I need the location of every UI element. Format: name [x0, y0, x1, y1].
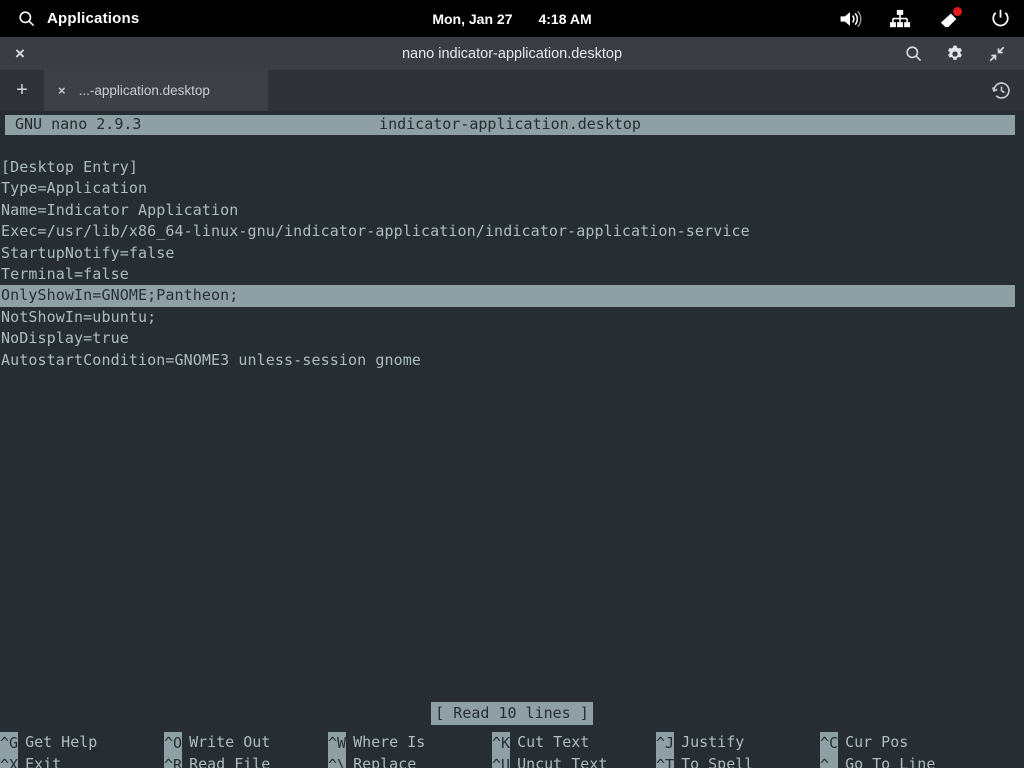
system-date[interactable]: Mon, Jan 27 [432, 11, 512, 27]
shortcut-label: Uncut Text [517, 755, 608, 768]
shortcut-label: Get Help [25, 733, 98, 752]
screen: Applications Mon, Jan 27 4:18 AM × nano … [0, 0, 1024, 768]
nano-text-area[interactable]: [Desktop Entry] Type=Application Name=Indi… [0, 157, 1024, 371]
code-line[interactable]: Type=Application [0, 178, 1024, 199]
code-line[interactable]: StartupNotify=false [0, 243, 1024, 264]
tab-item[interactable]: × ...-application.desktop [44, 70, 268, 111]
tab-bar: + × ...-application.desktop [0, 70, 1024, 111]
shortcut-row-2: ^X Exit ^R Read File ^\ Replace ^U Uncut Text ^T… [0, 754, 1024, 768]
volume-icon[interactable] [838, 7, 862, 31]
shortcut-item[interactable]: ^_ Go To Line [820, 754, 984, 768]
shortcut-key: ^T [656, 754, 675, 768]
nano-header-bar: GNU nano 2.9.3 indicator-application.des… [5, 115, 1015, 135]
shortcut-label: Where Is [353, 733, 426, 752]
shortcut-key: ^J [656, 732, 675, 754]
shortcut-item[interactable]: ^K Cut Text [492, 732, 656, 754]
notification-badge [953, 6, 962, 16]
shortcut-key: ^O [164, 732, 183, 754]
window-search-button[interactable] [900, 41, 926, 67]
history-icon[interactable] [988, 78, 1014, 104]
shortcut-key: ^K [492, 732, 511, 754]
nano-filename: indicator-application.desktop [379, 115, 641, 134]
code-line[interactable]: Name=Indicator Application [0, 200, 1024, 221]
nano-shortcut-bar: ^G Get Help ^O Write Out ^W Where Is ^K Cut Tex… [0, 732, 1024, 768]
shrink-icon[interactable] [984, 41, 1010, 67]
shortcut-item[interactable]: ^T To Spell [656, 754, 820, 768]
shortcut-label: Justify [681, 733, 745, 752]
shortcut-key: ^G [0, 732, 19, 754]
code-line[interactable]: AutostartCondition=GNOME3 unless-session… [0, 350, 1024, 371]
tab-bar-actions [988, 70, 1014, 111]
shortcut-key: ^_ [820, 754, 839, 768]
shortcut-item[interactable]: ^X Exit [0, 754, 164, 768]
shortcut-label: Go To Line [845, 755, 936, 768]
tab-label: ...-application.desktop [78, 83, 210, 98]
code-line[interactable]: Exec=/usr/lib/x86_64-linux-gnu/indicator… [0, 221, 1024, 242]
applications-label: Applications [47, 10, 140, 27]
nano-status-message: [ Read 10 lines ] [0, 702, 1024, 726]
shortcut-item[interactable]: ^O Write Out [164, 732, 328, 754]
shortcut-item[interactable]: ^G Get Help [0, 732, 164, 754]
shortcut-item[interactable]: ^W Where Is [328, 732, 492, 754]
shortcut-key: ^U [492, 754, 511, 768]
network-icon[interactable] [888, 7, 912, 31]
nano-status-text: [ Read 10 lines ] [431, 702, 593, 726]
shortcut-item[interactable]: ^C Cur Pos [820, 732, 984, 754]
shortcut-item[interactable]: ^J Justify [656, 732, 820, 754]
shortcut-label: Write Out [189, 733, 271, 752]
code-line-highlighted[interactable]: OnlyShowIn=GNOME;Pantheon; [0, 285, 1015, 307]
window-title-bar: × nano indicator-application.desktop [0, 37, 1024, 70]
shortcut-label: Exit [25, 755, 62, 768]
gear-icon[interactable] [942, 41, 968, 67]
search-icon[interactable] [14, 7, 38, 31]
window-close-button[interactable]: × [0, 37, 40, 70]
shortcut-key: ^X [0, 754, 19, 768]
shortcut-item[interactable]: ^R Read File [164, 754, 328, 768]
shortcut-label: To Spell [681, 755, 754, 768]
system-tray [838, 0, 1012, 37]
code-line[interactable]: NotShowIn=ubuntu; [0, 307, 1024, 328]
notification-bell-icon[interactable] [938, 6, 962, 31]
shortcut-key: ^C [820, 732, 839, 754]
terminal-nano[interactable]: GNU nano 2.9.3 indicator-application.des… [0, 111, 1024, 768]
system-time[interactable]: 4:18 AM [538, 11, 591, 27]
shortcut-item[interactable]: ^U Uncut Text [492, 754, 656, 768]
window-title: nano indicator-application.desktop [401, 45, 623, 62]
code-line[interactable]: NoDisplay=true [0, 328, 1024, 349]
power-icon[interactable] [988, 7, 1012, 31]
code-line[interactable]: [Desktop Entry] [0, 157, 1024, 178]
tab-close-icon[interactable]: × [58, 83, 66, 98]
shortcut-item[interactable]: ^\ Replace [328, 754, 492, 768]
shortcut-label: Replace [353, 755, 417, 768]
shortcut-label: Cut Text [517, 733, 590, 752]
window-actions [900, 41, 1018, 67]
new-tab-button[interactable]: + [0, 70, 44, 111]
shortcut-label: Read File [189, 755, 271, 768]
applications-menu[interactable]: Applications [0, 7, 139, 31]
shortcut-key: ^R [164, 754, 183, 768]
code-line[interactable]: Terminal=false [0, 264, 1024, 285]
shortcut-key: ^W [328, 732, 347, 754]
shortcut-label: Cur Pos [845, 733, 909, 752]
system-top-bar: Applications Mon, Jan 27 4:18 AM [0, 0, 1024, 37]
shortcut-key: ^\ [328, 754, 347, 768]
shortcut-row-1: ^G Get Help ^O Write Out ^W Where Is ^K Cut Tex… [0, 732, 1024, 754]
